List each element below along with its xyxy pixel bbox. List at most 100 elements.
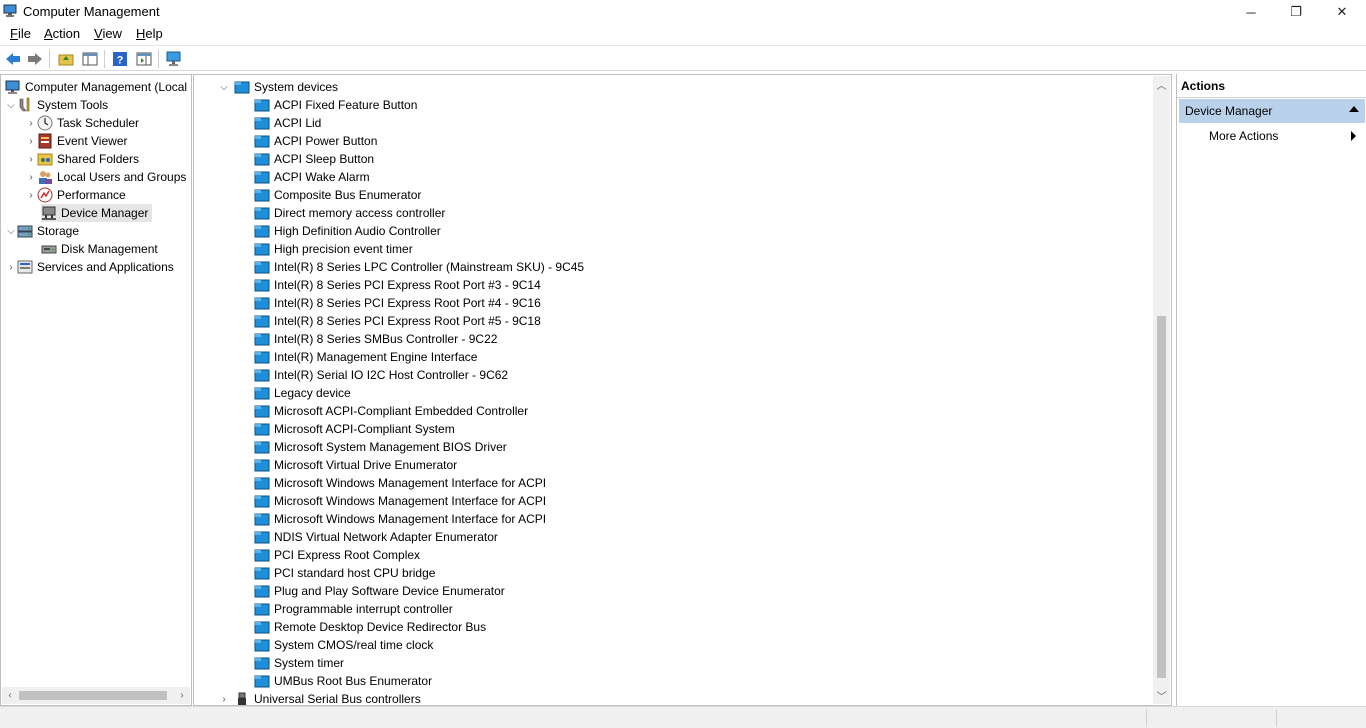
vertical-scrollbar[interactable]: ︿ ﹀ — [1153, 76, 1170, 704]
console-tree-pane[interactable]: Computer Management (Local ⌵ System Tool… — [0, 74, 192, 706]
chevron-right-icon[interactable]: › — [25, 150, 37, 168]
maximize-button[interactable]: ❐ — [1273, 0, 1319, 24]
device-item[interactable]: High Definition Audio Controller — [254, 222, 441, 240]
device-icon — [254, 151, 270, 167]
menu-view[interactable]: View — [94, 26, 122, 41]
menu-file[interactable]: File — [10, 26, 31, 41]
scroll-up-arrow-icon[interactable]: ︿ — [1153, 76, 1170, 93]
scrollbar-thumb[interactable] — [1157, 316, 1166, 678]
device-item[interactable]: UMBus Root Bus Enumerator — [254, 672, 432, 690]
actions-section-device-manager[interactable]: Device Manager — [1179, 99, 1365, 123]
scroll-down-arrow-icon[interactable]: ﹀ — [1153, 687, 1170, 704]
device-item[interactable]: Intel(R) 8 Series LPC Controller (Mainst… — [254, 258, 584, 276]
category-system-devices[interactable]: ⌵ System devices — [218, 78, 338, 96]
scroll-left-arrow-icon[interactable]: ‹ — [2, 687, 18, 704]
tree-item-performance[interactable]: › Performance — [25, 186, 126, 204]
forward-arrow-icon[interactable] — [25, 49, 45, 69]
chevron-right-icon[interactable]: › — [25, 186, 37, 204]
device-label: PCI Express Root Complex — [274, 548, 421, 562]
device-item[interactable]: Composite Bus Enumerator — [254, 186, 421, 204]
device-item[interactable]: NDIS Virtual Network Adapter Enumerator — [254, 528, 498, 546]
device-label: System timer — [274, 656, 345, 670]
device-item[interactable]: Microsoft System Management BIOS Driver — [254, 438, 507, 456]
help-icon[interactable]: ? — [110, 49, 130, 69]
device-item[interactable]: Intel(R) 8 Series PCI Express Root Port … — [254, 276, 541, 294]
device-list-pane[interactable]: ⌵ System devices ACPI Fixed Feature Butt… — [193, 74, 1172, 706]
menu-action[interactable]: Action — [44, 26, 80, 41]
device-label: Intel(R) 8 Series SMBus Controller - 9C2… — [274, 332, 498, 346]
device-item[interactable]: ACPI Lid — [254, 114, 321, 132]
tree-item-event-viewer[interactable]: › Event Viewer — [25, 132, 127, 150]
device-manager-icon — [41, 205, 57, 221]
close-button[interactable]: ✕ — [1319, 0, 1365, 24]
collapse-arrow-icon[interactable] — [1349, 106, 1359, 112]
device-item[interactable]: System timer — [254, 654, 344, 672]
back-arrow-icon[interactable] — [3, 49, 23, 69]
scrollbar-thumb[interactable] — [19, 691, 167, 700]
tree-item-storage[interactable]: ⌵ Storage — [5, 222, 79, 240]
chevron-right-icon[interactable]: › — [25, 168, 37, 186]
device-item[interactable]: Legacy device — [254, 384, 351, 402]
horizontal-scrollbar[interactable]: ‹ › — [2, 687, 190, 704]
device-item[interactable]: PCI standard host CPU bridge — [254, 564, 435, 582]
chevron-right-icon[interactable]: › — [218, 690, 230, 705]
device-icon — [254, 439, 270, 455]
device-item[interactable]: ACPI Wake Alarm — [254, 168, 370, 186]
device-item[interactable]: Direct memory access controller — [254, 204, 445, 222]
device-item[interactable]: Microsoft Virtual Drive Enumerator — [254, 456, 457, 474]
show-hide-console-tree-icon[interactable] — [80, 49, 100, 69]
device-icon — [254, 205, 270, 221]
up-folder-icon[interactable] — [56, 49, 76, 69]
chevron-down-icon[interactable]: ⌵ — [5, 96, 17, 114]
device-item[interactable]: Plug and Play Software Device Enumerator — [254, 582, 505, 600]
tree-item-disk-management[interactable]: Disk Management — [41, 240, 158, 258]
more-actions-item[interactable]: More Actions — [1209, 129, 1278, 143]
device-item[interactable]: Programmable interrupt controller — [254, 600, 453, 618]
device-item[interactable]: Intel(R) 8 Series PCI Express Root Port … — [254, 312, 541, 330]
device-item[interactable]: Intel(R) 8 Series PCI Express Root Port … — [254, 294, 541, 312]
device-item[interactable]: Microsoft Windows Management Interface f… — [254, 492, 546, 510]
device-icon — [254, 241, 270, 257]
device-label: Direct memory access controller — [274, 206, 446, 220]
device-item[interactable]: ACPI Sleep Button — [254, 150, 374, 168]
tree-item-task-scheduler[interactable]: › Task Scheduler — [25, 114, 139, 132]
minimize-button[interactable]: ─ — [1228, 0, 1274, 24]
submenu-arrow-icon[interactable] — [1351, 131, 1356, 141]
chevron-down-icon[interactable]: ⌵ — [218, 78, 230, 96]
tree-item-device-manager[interactable]: Device Manager — [41, 204, 153, 222]
actions-title: Actions — [1181, 79, 1226, 93]
device-item[interactable]: ACPI Power Button — [254, 132, 377, 150]
device-item[interactable]: Microsoft ACPI-Compliant Embedded Contro… — [254, 402, 528, 420]
device-icon — [254, 475, 270, 491]
device-item[interactable]: Intel(R) Management Engine Interface — [254, 348, 477, 366]
category-usb-controllers[interactable]: › Universal Serial Bus controllers — [218, 690, 421, 705]
chevron-right-icon[interactable]: › — [25, 114, 37, 132]
device-item[interactable]: High precision event timer — [254, 240, 413, 258]
device-label: Legacy device — [274, 386, 351, 400]
device-item[interactable]: Microsoft Windows Management Interface f… — [254, 474, 546, 492]
tree-item-services-applications[interactable]: › Services and Applications — [5, 258, 173, 276]
show-hide-action-pane-icon[interactable] — [134, 49, 154, 69]
chevron-right-icon[interactable]: › — [25, 132, 37, 150]
tree-item-local-users-groups[interactable]: › Local Users and Groups — [25, 168, 186, 186]
device-item[interactable]: ACPI Fixed Feature Button — [254, 96, 417, 114]
tree-item-shared-folders[interactable]: › Shared Folders — [25, 150, 139, 168]
tree-item-system-tools[interactable]: ⌵ System Tools — [5, 96, 108, 114]
device-item[interactable]: Intel(R) 8 Series SMBus Controller - 9C2… — [254, 330, 497, 348]
tree-label: Storage — [37, 224, 80, 238]
device-icon — [254, 349, 270, 365]
device-item[interactable]: Intel(R) Serial IO I2C Host Controller -… — [254, 366, 508, 384]
device-item[interactable]: Microsoft ACPI-Compliant System — [254, 420, 455, 438]
scan-hardware-changes-icon[interactable] — [164, 49, 184, 69]
device-item[interactable]: PCI Express Root Complex — [254, 546, 420, 564]
menu-help[interactable]: Help — [136, 26, 163, 41]
chevron-right-icon[interactable]: › — [5, 258, 17, 276]
device-icon — [254, 655, 270, 671]
device-item[interactable]: Microsoft Windows Management Interface f… — [254, 510, 546, 528]
device-item[interactable]: System CMOS/real time clock — [254, 636, 433, 654]
device-item[interactable]: Remote Desktop Device Redirector Bus — [254, 618, 486, 636]
device-label: Microsoft Windows Management Interface f… — [274, 494, 547, 508]
chevron-down-icon[interactable]: ⌵ — [5, 222, 17, 240]
tree-item-computer-management[interactable]: Computer Management (Local — [5, 78, 187, 96]
scroll-right-arrow-icon[interactable]: › — [174, 687, 190, 704]
